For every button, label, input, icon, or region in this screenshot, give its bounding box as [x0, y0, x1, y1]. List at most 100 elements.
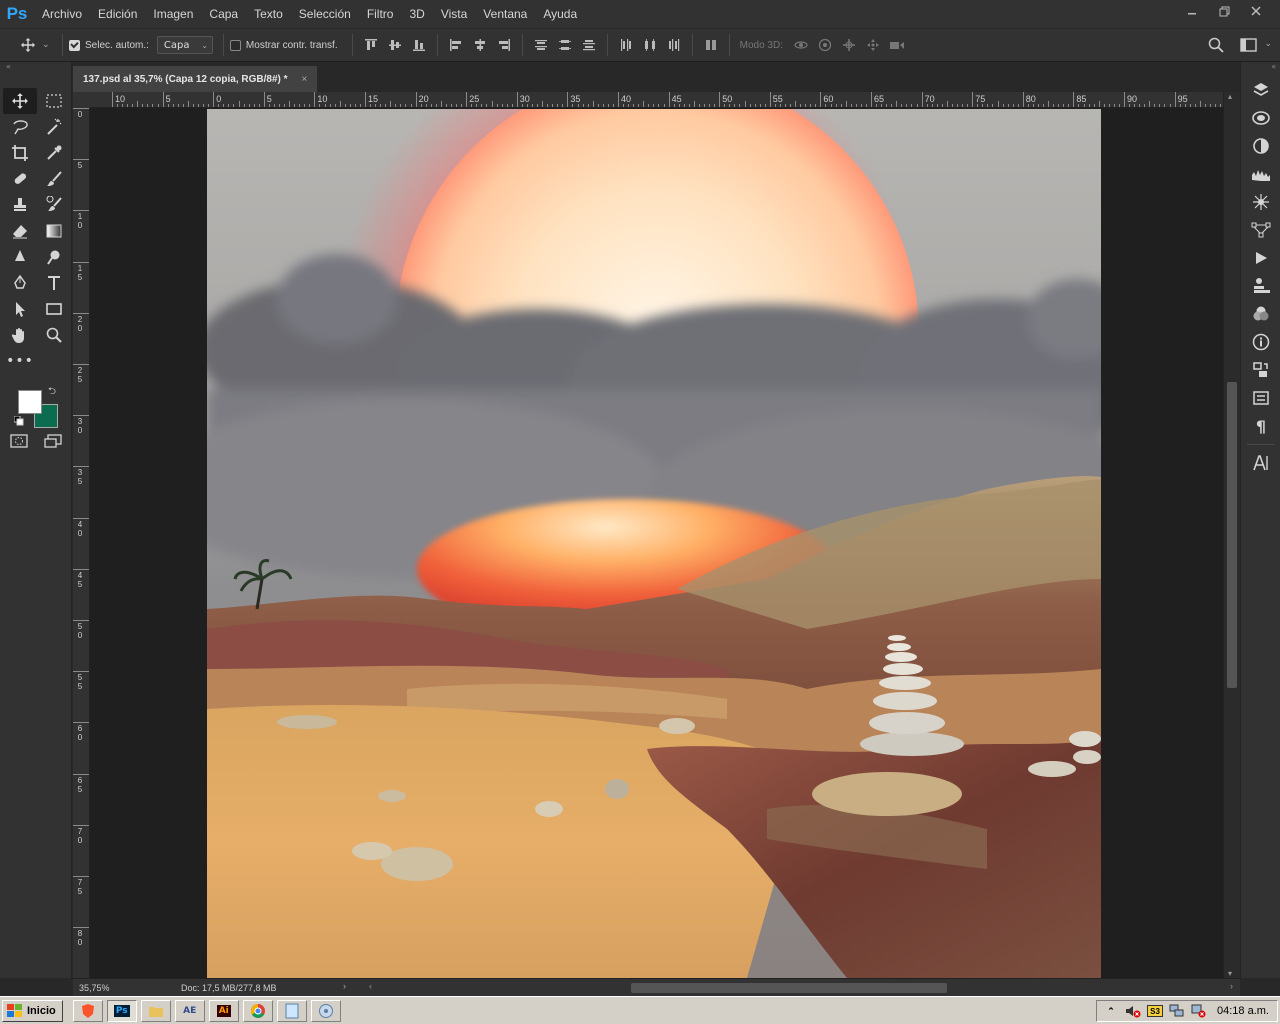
- layers-icon[interactable]: [1241, 76, 1280, 104]
- photoshop-taskbar-icon[interactable]: Ps: [106, 999, 137, 1022]
- document-canvas[interactable]: [207, 109, 1101, 978]
- dodge-tool-icon[interactable]: [37, 244, 71, 270]
- orbit-3d-icon[interactable]: [792, 36, 810, 54]
- foreground-color-swatch[interactable]: [18, 390, 42, 414]
- after-effects-icon[interactable]: AE: [174, 999, 205, 1022]
- distribute-top-icon[interactable]: [532, 36, 550, 54]
- quick-mask-icon[interactable]: [10, 434, 28, 451]
- menu-archivo[interactable]: Archivo: [34, 0, 90, 28]
- eyedropper-tool-icon[interactable]: [37, 140, 71, 166]
- scroll-right-icon[interactable]: ›: [1230, 981, 1233, 991]
- properties-icon[interactable]: [1241, 384, 1280, 412]
- menu-texto[interactable]: Texto: [246, 0, 291, 28]
- chevron-down-icon[interactable]: ⌄: [1264, 39, 1272, 49]
- clock[interactable]: 04:18 a.m.: [1217, 1005, 1269, 1017]
- default-colors-icon[interactable]: [13, 415, 24, 429]
- ruler-origin[interactable]: [73, 92, 90, 108]
- move-tool-icon[interactable]: [3, 88, 37, 114]
- vertical-scroll-thumb[interactable]: [1227, 382, 1237, 688]
- align-right-icon[interactable]: [495, 36, 513, 54]
- blur-tool-icon[interactable]: [3, 244, 37, 270]
- paragraph-icon[interactable]: ¶: [1241, 412, 1280, 440]
- character-icon[interactable]: [1241, 449, 1280, 477]
- align-top-icon[interactable]: [362, 36, 380, 54]
- distribute-vcenter-icon[interactable]: [556, 36, 574, 54]
- canvas-workarea[interactable]: [90, 108, 1223, 978]
- actions-icon[interactable]: [1241, 244, 1280, 272]
- brave-browser-icon[interactable]: [72, 999, 103, 1022]
- auto-align-icon[interactable]: [702, 36, 720, 54]
- layer-select[interactable]: Capa ⌄: [156, 36, 213, 54]
- scale-3d-icon[interactable]: [888, 36, 906, 54]
- path-selection-tool-icon[interactable]: [3, 296, 37, 322]
- distribute-bottom-icon[interactable]: [580, 36, 598, 54]
- magic-wand-tool-icon[interactable]: [37, 114, 71, 140]
- navigator-icon[interactable]: [1241, 188, 1280, 216]
- disk-tool-icon[interactable]: [310, 999, 341, 1022]
- start-button[interactable]: Inicio: [2, 999, 63, 1022]
- panel-expand-icon[interactable]: «: [1241, 62, 1280, 76]
- chevron-down-icon[interactable]: ⌄: [42, 40, 56, 50]
- s3-tray-icon[interactable]: S3: [1147, 1005, 1164, 1017]
- menu-ventana[interactable]: Ventana: [475, 0, 535, 28]
- swatches-icon[interactable]: [1241, 300, 1280, 328]
- menu-vista[interactable]: Vista: [433, 0, 475, 28]
- distribute-hcenter-icon[interactable]: [641, 36, 659, 54]
- adjustments-icon[interactable]: [1241, 132, 1280, 160]
- lasso-tool-icon[interactable]: [3, 114, 37, 140]
- histogram-icon[interactable]: [1241, 160, 1280, 188]
- brush-tool-icon[interactable]: [37, 166, 71, 192]
- healing-brush-tool-icon[interactable]: [3, 166, 37, 192]
- show-transform-checkbox[interactable]: [229, 39, 241, 51]
- type-tool-icon[interactable]: [37, 270, 71, 296]
- search-icon[interactable]: [1208, 37, 1224, 56]
- chrome-icon[interactable]: [242, 999, 273, 1022]
- align-hcenter-icon[interactable]: [471, 36, 489, 54]
- align-bottom-icon[interactable]: [410, 36, 428, 54]
- crop-tool-icon[interactable]: [3, 140, 37, 166]
- history-icon[interactable]: [1241, 356, 1280, 384]
- gradient-tool-icon[interactable]: [37, 218, 71, 244]
- pen-tool-icon[interactable]: [3, 270, 37, 296]
- horizontal-scroll-thumb[interactable]: [631, 983, 947, 993]
- distribute-left-icon[interactable]: [617, 36, 635, 54]
- eraser-tool-icon[interactable]: [3, 218, 37, 244]
- scroll-left-icon[interactable]: ‹: [369, 981, 372, 991]
- workspace-icon[interactable]: [1240, 37, 1258, 56]
- screen-mode-icon[interactable]: [44, 434, 62, 451]
- scroll-down-icon[interactable]: ▾: [1228, 969, 1232, 978]
- menu-3d[interactable]: 3D: [401, 0, 432, 28]
- notepad-icon[interactable]: [276, 999, 307, 1022]
- restore-icon[interactable]: [1210, 0, 1238, 22]
- horizontal-scrollbar[interactable]: ‹ ›: [369, 981, 1233, 994]
- rectangle-tool-icon[interactable]: [37, 296, 71, 322]
- roll-3d-icon[interactable]: [816, 36, 834, 54]
- file-explorer-icon[interactable]: [140, 999, 171, 1022]
- clone-stamp-tool-icon[interactable]: [3, 192, 37, 218]
- paths-icon[interactable]: [1241, 216, 1280, 244]
- network-disconnected-icon[interactable]: [1191, 1003, 1207, 1019]
- info-icon[interactable]: [1241, 328, 1280, 356]
- channels-icon[interactable]: [1241, 104, 1280, 132]
- menu-ayuda[interactable]: Ayuda: [535, 0, 585, 28]
- slide-3d-icon[interactable]: [864, 36, 882, 54]
- history-brush-tool-icon[interactable]: [37, 192, 71, 218]
- minimize-icon[interactable]: [1178, 0, 1206, 22]
- scroll-up-icon[interactable]: ▴: [1228, 92, 1232, 101]
- illustrator-icon[interactable]: Ai: [208, 999, 239, 1022]
- zoom-level[interactable]: 35,75%: [73, 983, 121, 993]
- close-icon[interactable]: [1242, 0, 1270, 22]
- swap-colors-icon[interactable]: ⮌: [48, 384, 56, 401]
- hand-tool-icon[interactable]: [3, 322, 37, 348]
- menu-edicion[interactable]: Edición: [90, 0, 145, 28]
- volume-muted-icon[interactable]: [1125, 1003, 1141, 1019]
- tray-expand-icon[interactable]: ⌃: [1103, 1003, 1119, 1019]
- distribute-right-icon[interactable]: [665, 36, 683, 54]
- move-tool-preset-icon[interactable]: [20, 37, 42, 53]
- auto-select-checkbox[interactable]: [69, 39, 80, 51]
- align-vcenter-icon[interactable]: [386, 36, 404, 54]
- clone-source-icon[interactable]: [1241, 272, 1280, 300]
- horizontal-ruler[interactable]: 10 5 0 5 10 15 20 25 30 35 40 45 50 55 60 65 70 75 80 85 90 9…: [90, 92, 1223, 108]
- align-left-icon[interactable]: [447, 36, 465, 54]
- menu-filtro[interactable]: Filtro: [359, 0, 402, 28]
